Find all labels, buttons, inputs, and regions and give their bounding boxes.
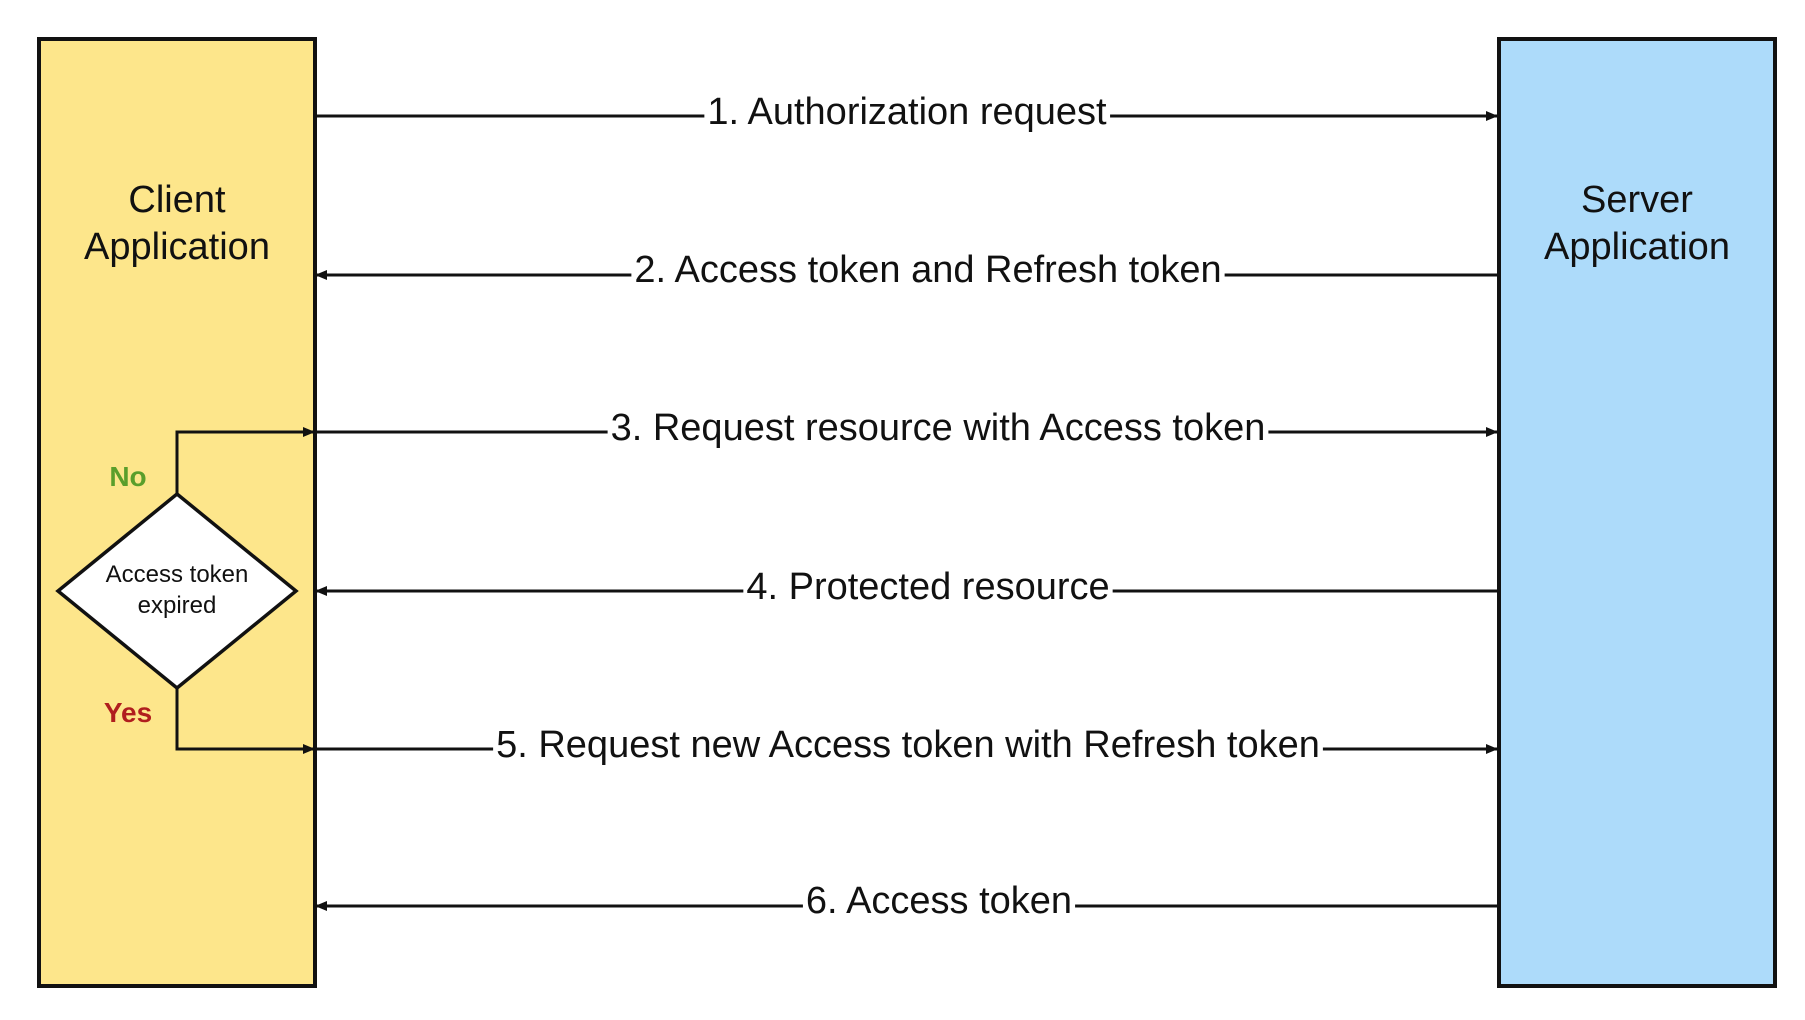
message-3-label: 3. Request resource with Access token	[611, 407, 1266, 449]
message-6: 6. Access token	[315, 880, 1497, 922]
message-5: 5. Request new Access token with Refresh…	[316, 724, 1498, 766]
message-2: 2. Access token and Refresh token	[315, 249, 1497, 291]
message-1-label: 1. Authorization request	[707, 91, 1107, 133]
message-5-label: 5. Request new Access token with Refresh…	[496, 724, 1320, 766]
no-branch-label: No	[109, 461, 146, 492]
message-4-label: 4. Protected resource	[746, 566, 1109, 608]
client-label-line2: Application	[84, 226, 270, 268]
client-label-line1: Client	[128, 179, 226, 221]
message-1: 1. Authorization request	[316, 91, 1498, 133]
message-4: 4. Protected resource	[315, 566, 1497, 608]
decision-label-line2: expired	[138, 592, 217, 619]
server-label-line1: Server	[1581, 179, 1693, 221]
server-label-line2: Application	[1544, 226, 1730, 268]
sequence-diagram: Client Application Server Application Ac…	[37, 37, 1777, 988]
message-3: 3. Request resource with Access token	[316, 407, 1498, 449]
yes-branch-label: Yes	[104, 697, 152, 728]
decision-label-line1: Access token	[106, 561, 249, 588]
server-application-box: Server Application	[1497, 37, 1777, 988]
message-6-label: 6. Access token	[806, 880, 1072, 922]
message-2-label: 2. Access token and Refresh token	[634, 249, 1221, 291]
